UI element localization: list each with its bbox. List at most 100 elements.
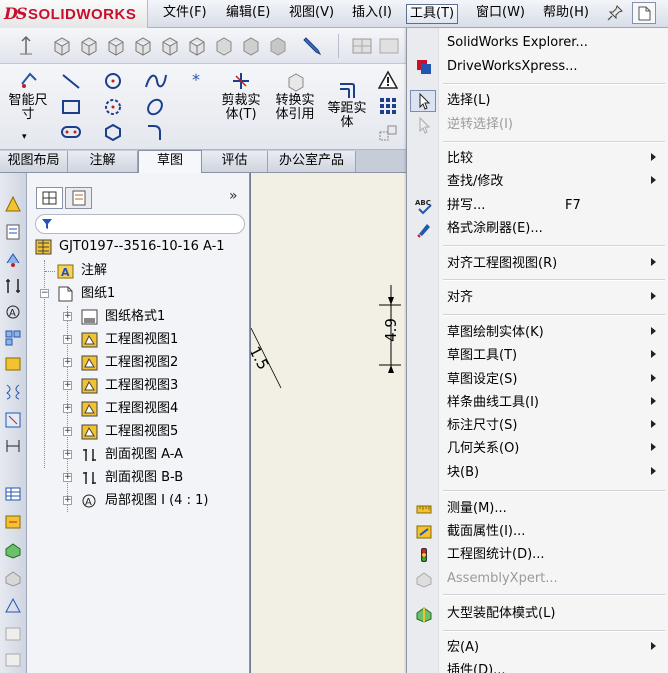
expand-toggle[interactable]: +: [63, 473, 72, 482]
model-items-icon[interactable]: [4, 195, 22, 213]
expand-toggle[interactable]: +: [63, 335, 72, 344]
tab-annotation[interactable]: 注解: [68, 151, 138, 172]
view-cube-icon[interactable]: [266, 34, 290, 58]
tree-root[interactable]: GJT0197--3516-10-16 A-1: [33, 237, 248, 257]
menu-item-relations[interactable]: 几何关系(O): [407, 438, 668, 460]
expand-toggle[interactable]: +: [63, 381, 72, 390]
drawing-canvas[interactable]: 4.9 1.5: [250, 173, 406, 673]
tree-item-drawing-view-3[interactable]: + 工程图视图3: [33, 376, 248, 396]
menu-insert[interactable]: 插入(I): [349, 4, 395, 24]
revision-table-icon[interactable]: [4, 569, 22, 587]
tab-view-layout[interactable]: 视图布局: [0, 151, 68, 172]
offset-entities-icon[interactable]: [336, 80, 358, 100]
offset-entities-label[interactable]: 等距实 体: [322, 102, 372, 130]
expand-toggle[interactable]: +: [63, 496, 72, 505]
menu-item-compare[interactable]: 比较: [407, 148, 668, 170]
menu-item-driveworksxpress[interactable]: DriveWorksXpress...: [407, 56, 668, 78]
tab-office-products[interactable]: 办公室产品: [268, 151, 356, 172]
model-view-icon[interactable]: [4, 355, 22, 373]
expand-toggle[interactable]: +: [63, 404, 72, 413]
menu-file[interactable]: 文件(F): [160, 4, 210, 24]
grid-display-icon[interactable]: [350, 34, 374, 58]
standard-3-view-icon[interactable]: [4, 329, 22, 347]
menu-item-sketch-entities[interactable]: 草图绘制实体(K): [407, 322, 668, 344]
fillet-icon[interactable]: [144, 122, 166, 142]
view-cube-icon[interactable]: [185, 34, 209, 58]
menu-item-section-properties[interactable]: 截面属性(I)...: [407, 521, 668, 543]
tab-sketch[interactable]: 草图: [138, 150, 202, 174]
spline-icon[interactable]: [144, 71, 168, 91]
normal-to-icon[interactable]: [14, 34, 38, 58]
pin-icon[interactable]: [607, 5, 623, 21]
menu-item-large-assembly-mode[interactable]: 大型装配体模式(L): [407, 603, 668, 625]
smart-dimension-label[interactable]: 智能尺 寸: [6, 94, 50, 122]
tree-item-section-view-bb[interactable]: + 剖面视图 B-B: [33, 468, 248, 488]
view-cube-icon[interactable]: [212, 34, 236, 58]
new-document-button[interactable]: [632, 2, 656, 24]
tree-item-annotations[interactable]: A 注解: [33, 261, 248, 281]
view-cube-icon[interactable]: [77, 34, 101, 58]
double-chevron-right-icon[interactable]: »: [229, 188, 238, 204]
solidworks-logo[interactable]: DS SOLIDWORKS: [0, 0, 148, 28]
menu-item-measure[interactable]: 测量(M)...: [407, 498, 668, 520]
circle-icon[interactable]: [102, 71, 124, 91]
trim-entities-label[interactable]: 剪裁实 体(T): [216, 94, 266, 122]
menu-edit[interactable]: 编辑(E): [223, 4, 273, 24]
linear-pattern-icon[interactable]: [378, 96, 398, 116]
view-palette-icon[interactable]: [4, 223, 22, 241]
line-icon[interactable]: [60, 72, 82, 90]
menu-item-align[interactable]: 对齐: [407, 287, 668, 309]
menu-view[interactable]: 视图(V): [286, 4, 337, 24]
tree-item-drawing-view-2[interactable]: + 工程图视图2: [33, 353, 248, 373]
menu-item-find-replace[interactable]: 查找/修改: [407, 171, 668, 193]
alternate-position-icon[interactable]: [4, 437, 22, 455]
menu-tools[interactable]: 工具(T): [406, 4, 459, 24]
table-icon[interactable]: [4, 485, 22, 503]
rectangle-icon[interactable]: [60, 98, 82, 116]
tree-item-section-view-aa[interactable]: + 剖面视图 A-A: [33, 445, 248, 465]
pen-tool-icon[interactable]: [300, 34, 324, 58]
collapse-toggle[interactable]: −: [40, 289, 49, 298]
smart-dimension-icon[interactable]: [18, 70, 40, 92]
warning-icon[interactable]: [378, 70, 398, 90]
hole-table-icon[interactable]: [4, 541, 22, 559]
trim-entities-icon[interactable]: [230, 70, 252, 92]
menu-item-add-ins[interactable]: 插件(D)...: [407, 660, 668, 673]
view-cube-icon[interactable]: [131, 34, 155, 58]
polygon-icon[interactable]: [102, 122, 124, 142]
detail-view-icon[interactable]: A: [4, 303, 22, 321]
feature-manager-tab[interactable]: [36, 187, 63, 209]
bom-icon[interactable]: [4, 513, 22, 531]
projected-view-icon[interactable]: [4, 251, 22, 269]
menu-item-dimensions[interactable]: 标注尺寸(S): [407, 415, 668, 437]
arc-icon[interactable]: [102, 97, 124, 117]
view-cube-icon[interactable]: [239, 34, 263, 58]
tree-item-sheet[interactable]: − 图纸1: [33, 284, 248, 304]
tree-item-detail-view[interactable]: + A 局部视图 I (4 : 1): [33, 491, 248, 511]
menu-window[interactable]: 窗口(W): [473, 4, 528, 24]
tab-evaluate[interactable]: 评估: [202, 151, 268, 172]
chevron-down-icon[interactable]: ▾: [22, 132, 27, 142]
menu-item-assemblyxpert[interactable]: AssemblyXpert...: [407, 568, 668, 590]
crop-view-icon[interactable]: [4, 411, 22, 429]
property-manager-tab[interactable]: [65, 187, 92, 209]
menu-item-format-painter[interactable]: 格式涂刷器(E)...: [407, 218, 668, 240]
menu-item-spell-check[interactable]: ABC 拼写... F7: [407, 195, 668, 217]
view-cube-icon[interactable]: [158, 34, 182, 58]
menu-item-sketch-tools[interactable]: 草图工具(T): [407, 345, 668, 367]
view-cube-icon[interactable]: [50, 34, 74, 58]
weld-table-icon[interactable]: [4, 597, 22, 615]
convert-entities-icon[interactable]: [284, 70, 306, 92]
tree-item-drawing-view-4[interactable]: + 工程图视图4: [33, 399, 248, 419]
menu-item-align-drawing-view[interactable]: 对齐工程图视图(R): [407, 253, 668, 275]
tree-item-drawing-view-5[interactable]: + 工程图视图5: [33, 422, 248, 442]
expand-toggle[interactable]: +: [63, 358, 72, 367]
move-entities-icon[interactable]: [378, 124, 398, 144]
convert-entities-label[interactable]: 转换实 体引用: [270, 94, 320, 122]
vertical-dimension[interactable]: 4.9: [382, 318, 400, 342]
title-block-icon[interactable]: [4, 651, 22, 669]
expand-toggle[interactable]: +: [63, 312, 72, 321]
point-icon[interactable]: *: [192, 70, 200, 89]
tree-item-drawing-view-1[interactable]: + 工程图视图1: [33, 330, 248, 350]
tree-item-sheet-format[interactable]: + 图纸格式1: [33, 307, 248, 327]
